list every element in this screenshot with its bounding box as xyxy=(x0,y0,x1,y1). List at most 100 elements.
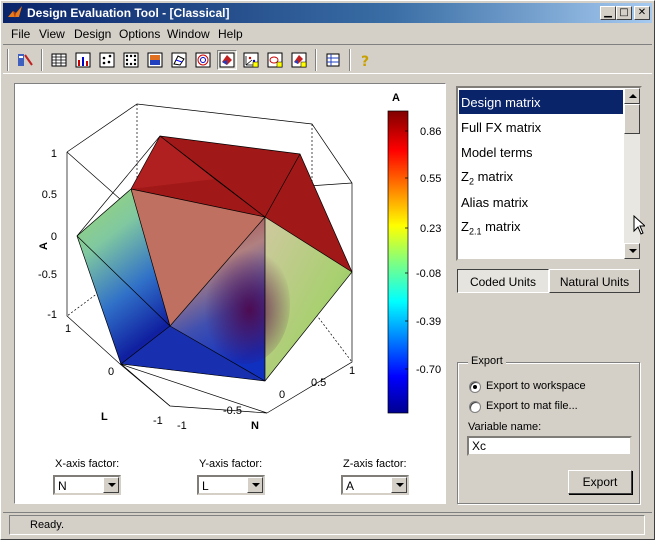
colored-surface-icon xyxy=(219,52,235,68)
colored-surface-button[interactable] xyxy=(217,50,237,70)
help-button[interactable]: ? xyxy=(355,50,375,70)
design-editor-button[interactable] xyxy=(15,50,35,70)
matlab-logo-icon xyxy=(8,6,22,18)
scatter-3d-button[interactable] xyxy=(241,50,261,70)
toolbar-separator xyxy=(41,49,43,71)
svg-text:?: ? xyxy=(361,54,369,68)
scroll-thumb[interactable] xyxy=(624,104,640,134)
natural-units-button[interactable]: Natural Units xyxy=(549,269,640,293)
z-axis-factor-label: Z-axis factor: xyxy=(343,458,407,470)
n-tick: 0.5 xyxy=(311,377,326,389)
n-axis-label: N xyxy=(251,420,259,432)
chevron-down-icon[interactable] xyxy=(103,477,119,493)
toolbar-separator xyxy=(315,49,317,71)
window-title: Design Evaluation Tool - [Classical] xyxy=(27,6,230,20)
matrix-list[interactable]: Design matrix Full FX matrix Model terms… xyxy=(456,86,642,261)
colorbar-tick: -0.39 xyxy=(416,316,441,328)
colorbar-tick: 0.23 xyxy=(420,223,441,235)
table-grid-button[interactable] xyxy=(323,50,343,70)
contour-icon xyxy=(195,52,211,68)
surface-3d-alt-icon xyxy=(291,52,307,68)
n-tick: -1 xyxy=(177,420,187,432)
export-matfile-label[interactable]: Export to mat file... xyxy=(486,400,578,412)
image-plot-button[interactable] xyxy=(145,50,165,70)
help-icon: ? xyxy=(361,54,369,68)
menu-design[interactable]: Design xyxy=(74,27,111,41)
bar-chart-icon xyxy=(75,52,91,68)
status-bar: Ready. xyxy=(3,512,652,538)
colorbar-tick: -0.08 xyxy=(416,268,441,280)
close-button[interactable]: ✕ xyxy=(634,6,650,20)
surface-3d-alt-button[interactable] xyxy=(289,50,309,70)
contour-3d-icon xyxy=(267,52,283,68)
list-item-full-fx-matrix[interactable]: Full FX matrix xyxy=(459,115,623,139)
l-axis-label: L xyxy=(101,411,108,423)
l-tick: 1 xyxy=(65,323,71,335)
list-item-z2-matrix[interactable]: Z2 matrix xyxy=(459,164,623,188)
minimize-button[interactable]: ▁ xyxy=(600,6,616,20)
export-group: Export Export to workspace Export to mat… xyxy=(457,355,640,504)
export-workspace-label[interactable]: Export to workspace xyxy=(486,380,586,392)
x-axis-factor-label: X-axis factor: xyxy=(55,458,120,470)
variable-name-label: Variable name: xyxy=(468,421,542,433)
response-surface xyxy=(77,136,352,381)
l-tick: -1 xyxy=(153,415,163,427)
z-axis-factor-select[interactable]: A xyxy=(341,475,409,495)
a-axis-label: A xyxy=(38,242,50,250)
y-axis-factor-select[interactable]: L xyxy=(197,475,265,495)
scatter-grid-icon xyxy=(123,52,139,68)
scatter-button[interactable] xyxy=(97,50,117,70)
x-axis-factor-select[interactable]: N xyxy=(53,475,121,495)
list-item-design-matrix[interactable]: Design matrix xyxy=(459,90,623,114)
title-bar[interactable]: Design Evaluation Tool - [Classical] ▁ □… xyxy=(3,3,652,23)
chevron-down-icon[interactable] xyxy=(391,477,407,493)
export-group-title: Export xyxy=(468,355,506,367)
x-axis-factor-value: N xyxy=(58,479,67,493)
design-editor-icon xyxy=(18,54,33,66)
list-item-alias-matrix[interactable]: Alias matrix xyxy=(459,190,623,214)
menu-help[interactable]: Help xyxy=(218,27,243,41)
surface-plot[interactable]: 1 0.5 0 -0.5 -1 A 1 0 -1 L -1 -0.5 0 0.5… xyxy=(15,84,445,503)
maximize-button[interactable]: □ xyxy=(616,6,632,20)
toolbar: ? xyxy=(3,44,652,74)
colorbar-title: A xyxy=(392,92,400,104)
chevron-down-icon xyxy=(629,249,637,253)
menu-options[interactable]: Options xyxy=(119,27,160,41)
surface-3d-button[interactable] xyxy=(169,50,189,70)
export-matfile-radio[interactable] xyxy=(469,401,481,413)
table-view-button[interactable] xyxy=(49,50,69,70)
scatter-3d-icon xyxy=(243,52,259,68)
scroll-down-button[interactable] xyxy=(624,243,640,259)
variable-name-input[interactable]: Xc xyxy=(467,436,632,456)
close-icon: ✕ xyxy=(637,7,647,18)
menu-view[interactable]: View xyxy=(39,27,65,41)
menu-window[interactable]: Window xyxy=(167,27,210,41)
status-text: Ready. xyxy=(9,515,645,535)
a-tick: 1 xyxy=(51,148,57,160)
n-tick: 1 xyxy=(349,365,355,377)
contour-3d-button[interactable] xyxy=(265,50,285,70)
y-axis-factor-label: Y-axis factor: xyxy=(199,458,263,470)
export-workspace-radio[interactable] xyxy=(469,381,481,393)
export-button[interactable]: Export xyxy=(568,470,632,494)
bar-chart-button[interactable] xyxy=(73,50,93,70)
list-item-model-terms[interactable]: Model terms xyxy=(459,140,623,164)
contour-button[interactable] xyxy=(193,50,213,70)
chevron-down-icon[interactable] xyxy=(247,477,263,493)
a-tick: 0 xyxy=(51,231,57,243)
chevron-up-icon xyxy=(629,94,637,98)
list-item-z21-matrix[interactable]: Z2.1 matrix xyxy=(459,214,623,238)
colorbar-tick: 0.86 xyxy=(420,126,441,138)
colorbar-tick: 0.55 xyxy=(420,173,441,185)
scatter-grid-button[interactable] xyxy=(121,50,141,70)
n-tick: -0.5 xyxy=(223,405,242,417)
table-icon xyxy=(51,53,67,67)
scroll-up-button[interactable] xyxy=(624,88,640,104)
table-grid-icon xyxy=(326,53,340,67)
coded-units-button[interactable]: Coded Units xyxy=(457,269,549,293)
a-axis: 1 0.5 0 -0.5 -1 A xyxy=(38,148,57,321)
menu-bar: File View Design Options Window Help xyxy=(3,24,652,43)
a-tick: -0.5 xyxy=(38,269,57,281)
plot-panel: 1 0.5 0 -0.5 -1 A 1 0 -1 L -1 -0.5 0 0.5… xyxy=(14,83,446,504)
menu-file[interactable]: File xyxy=(11,27,30,41)
